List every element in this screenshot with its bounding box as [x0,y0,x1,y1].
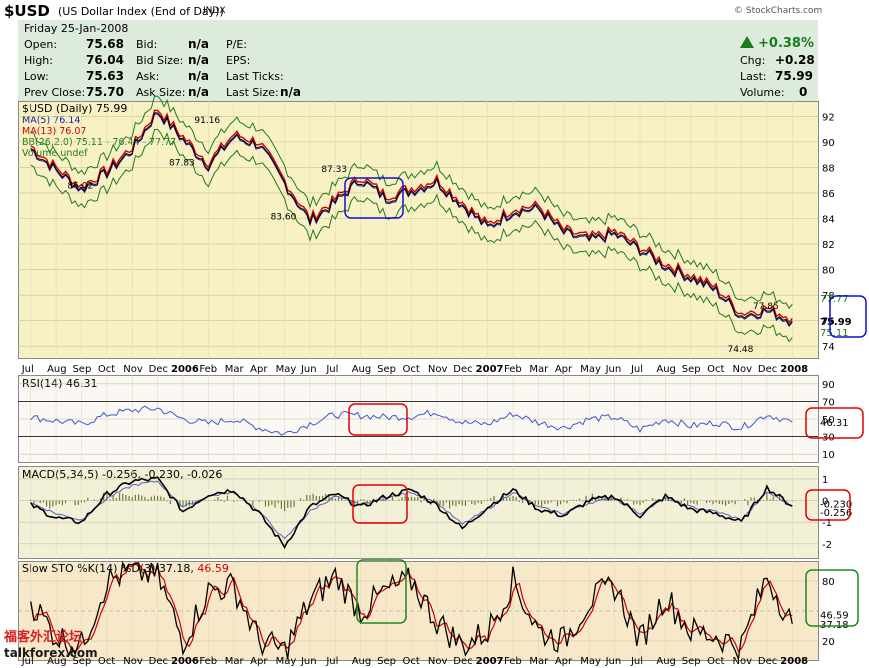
x-tick-label: Jul [325,364,338,375]
price-annotation: 91.16 [194,116,220,126]
x-tick-label: Aug [352,364,372,375]
x-tick-label: Nov [123,364,143,375]
x-tick-label: Sep [377,364,396,375]
y-tick-label: 1 [822,475,828,486]
x-tick-label: Jul [21,364,34,375]
x-tick-label: 2007 [476,364,504,375]
x-tick-label: Aug [47,364,67,375]
x-tick-label: Nov [733,656,753,667]
x-tick-label: Dec [149,656,168,667]
x-tick-label: Oct [707,656,724,667]
y-tick-label: 90 [822,380,835,391]
y-tick-label: 80 [822,577,835,588]
x-tick-label: May [580,656,601,667]
chart-canvas: 92908886848280787674907050301010-1-28020… [18,95,867,667]
price-annotation: 83.60 [271,213,297,223]
y-tick-label: 86 [822,189,835,200]
x-tick-label: May [580,364,601,375]
x-tick-label: Oct [403,364,420,375]
x-tick-label: Feb [199,656,217,667]
x-tick-label: 2006 [171,656,199,667]
x-tick-label: Apr [250,656,268,667]
x-tick-label: Nov [733,364,753,375]
y-tick-label: 84 [822,215,835,226]
x-tick-label: Jul [325,656,338,667]
watermark-url: talkforex.com [4,646,98,660]
x-tick-label: Oct [707,364,724,375]
price-annotation: 87.83 [169,159,195,169]
y-tick-label: 82 [822,240,835,251]
x-tick-label: Oct [98,656,115,667]
watermark-logo: 福客外汇论坛 [4,630,83,645]
x-tick-label: Jun [605,364,622,375]
x-tick-label: Sep [72,364,91,375]
x-tick-label: 2008 [780,656,808,667]
price-right-label: 75.99 [820,317,852,328]
price-annotation: 86.02 [67,182,93,192]
highlight-box [356,559,407,624]
x-tick-label: Aug [352,656,372,667]
x-tick-label: Aug [656,656,676,667]
x-tick-label: Dec [149,364,168,375]
x-tick-label: Nov [123,656,143,667]
x-tick-label: Feb [504,364,522,375]
x-tick-label: Mar [225,656,245,667]
x-tick-label: May [276,364,297,375]
price-annotation: 74.48 [728,345,754,355]
x-tick-label: Jul [630,656,643,667]
x-tick-label: Dec [453,656,472,667]
x-tick-label: Sep [682,656,701,667]
price-annotation: 87.33 [321,165,347,175]
y-tick-label: 10 [822,450,835,461]
x-tick-label: Mar [529,364,549,375]
x-tick-label: 2006 [171,364,199,375]
y-tick-label: 90 [822,138,835,149]
y-tick-label: 88 [822,163,835,174]
x-tick-label: Jun [300,656,317,667]
x-tick-label: Dec [453,364,472,375]
x-tick-label: Mar [225,364,245,375]
x-tick-label: Apr [555,656,573,667]
x-tick-label: Apr [555,364,573,375]
x-tick-label: 2007 [476,656,504,667]
x-tick-label: Nov [428,364,448,375]
y-tick-label: -2 [822,540,832,551]
x-tick-label: Dec [758,656,777,667]
x-tick-label: Feb [504,656,522,667]
x-tick-label: Apr [250,364,268,375]
x-tick-label: Oct [98,364,115,375]
y-tick-label: 70 [822,397,835,408]
x-tick-label: Jul [630,364,643,375]
x-tick-label: Oct [403,656,420,667]
y-tick-label: 74 [822,342,835,353]
macd-right-label: -0.256 [820,508,852,519]
x-tick-label: 2008 [780,364,808,375]
x-tick-label: Sep [377,656,396,667]
x-tick-label: Jun [300,364,317,375]
x-tick-label: Dec [758,364,777,375]
y-tick-label: 80 [822,266,835,277]
x-tick-label: May [276,656,297,667]
price-annotation: 77.85 [753,302,779,312]
x-tick-label: Sep [682,364,701,375]
y-tick-label: 20 [822,637,835,648]
y-tick-label: 92 [822,112,835,123]
x-tick-label: Mar [529,656,549,667]
x-tick-label: Nov [428,656,448,667]
x-tick-label: Feb [199,364,217,375]
x-tick-label: Aug [656,364,676,375]
x-tick-label: Jun [605,656,622,667]
rsi-right-label: 46.31 [820,418,849,429]
